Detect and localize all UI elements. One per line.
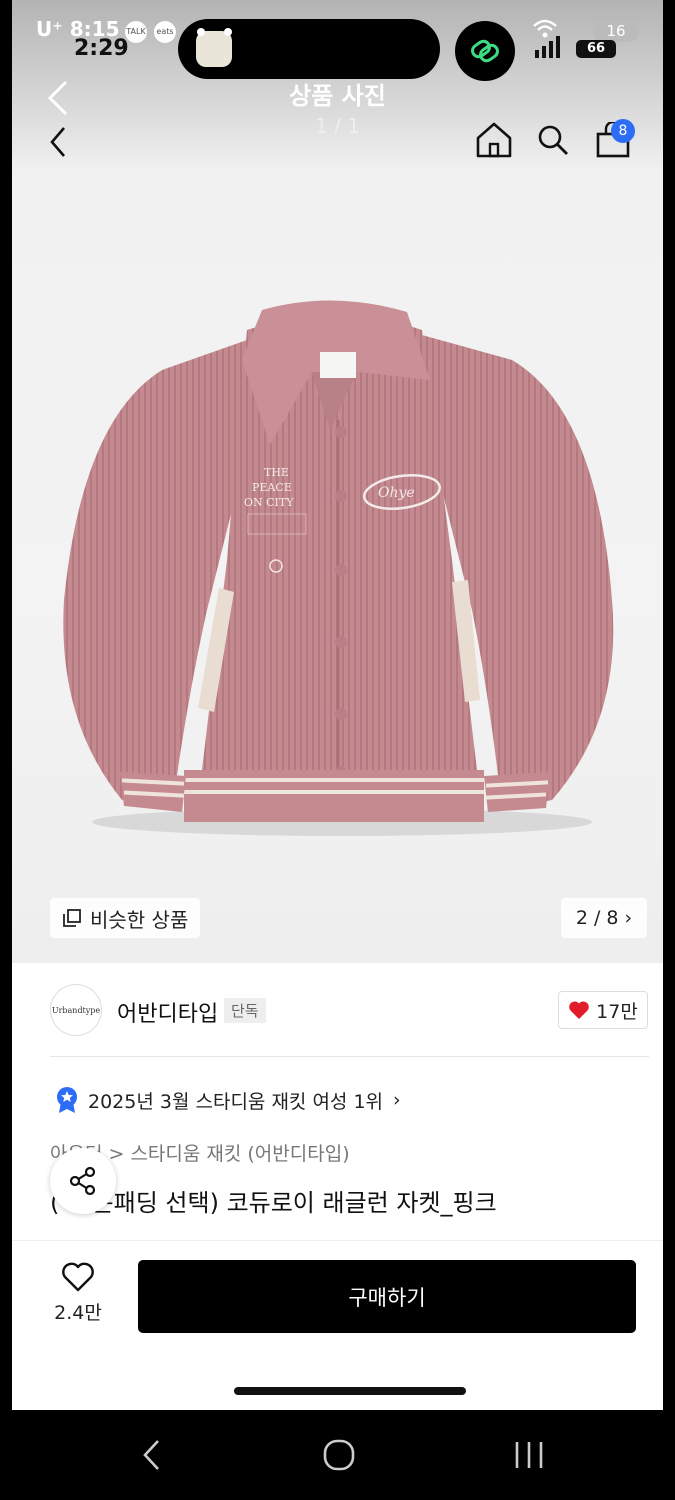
chevron-right-icon: › xyxy=(624,907,633,929)
notification-dot xyxy=(224,28,232,36)
brand-like-button[interactable]: 17만 xyxy=(558,991,648,1029)
overlay-title: 상품 사진 xyxy=(289,82,386,110)
overlay-photo-counter: 1 / 1 xyxy=(315,114,360,138)
system-nav-bar xyxy=(0,1410,675,1500)
svg-text:THE: THE xyxy=(264,466,289,479)
app-frame: THE PEACE ON CITY Ohye 비슷한 상품 2 / 8 › Ur… xyxy=(12,0,663,1410)
battery-level: 66 xyxy=(576,40,616,58)
seller-logo[interactable]: Urbandtype xyxy=(50,984,102,1036)
svg-text:ON CITY: ON CITY xyxy=(244,496,294,509)
image-pager[interactable]: 2 / 8 › xyxy=(561,898,647,938)
status-bar: U⁺ 8:15 2:29 TALK eats 16 66 xyxy=(0,0,675,81)
link-app-icon xyxy=(455,21,515,81)
svg-text:Ohye: Ohye xyxy=(378,485,415,501)
wishlist-count: 2.4만 xyxy=(54,1302,102,1324)
nav-recents-icon[interactable] xyxy=(512,1440,546,1470)
clock: 2:29 xyxy=(74,36,129,61)
home-indicator xyxy=(234,1387,466,1395)
signal-bar xyxy=(542,46,546,58)
kakaotalk-notification-icon: TALK xyxy=(125,21,147,43)
heart-outline-icon xyxy=(62,1262,94,1292)
wishlist-button[interactable]: 2.4만 xyxy=(40,1262,116,1325)
nav-home-icon[interactable] xyxy=(322,1438,356,1472)
share-button[interactable] xyxy=(50,1148,116,1214)
wifi-icon xyxy=(533,19,557,38)
ranking-text: 2025년 3월 스타디움 재킷 여성 1위 xyxy=(88,1090,384,1113)
nav-back-icon[interactable] xyxy=(140,1438,164,1472)
app-activity-icon xyxy=(196,31,232,67)
share-icon xyxy=(69,1166,96,1196)
ranking-link[interactable]: 2025년 3월 스타디움 재킷 여성 1위 › xyxy=(56,1086,401,1114)
similar-products-button[interactable]: 비슷한 상품 xyxy=(50,898,201,938)
section-divider xyxy=(50,1056,649,1057)
brand-like-count: 17만 xyxy=(596,1000,638,1023)
image-pager-text: 2 / 8 xyxy=(575,907,619,929)
award-badge-icon xyxy=(57,1087,77,1113)
chevron-right-icon: › xyxy=(393,1089,401,1111)
bottom-bar-divider xyxy=(12,1240,663,1241)
chain-link-icon xyxy=(471,39,499,63)
signal-bar xyxy=(535,50,539,58)
signal-bar xyxy=(549,41,553,58)
buy-button-label: 구매하기 xyxy=(348,1285,426,1310)
heart-filled-icon xyxy=(569,1001,589,1019)
svg-text:PEACE: PEACE xyxy=(252,481,292,494)
buy-button[interactable]: 구매하기 xyxy=(138,1260,636,1333)
similar-items-icon xyxy=(63,909,81,927)
product-name: ( or논패딩 선택) 코듀로이 래글런 자켓_핑크 xyxy=(50,1189,497,1217)
notification-dot xyxy=(197,28,205,36)
exclusive-badge: 단독 xyxy=(224,998,266,1023)
battery-indicator-top: 16 xyxy=(593,20,639,42)
signal-bar xyxy=(556,36,560,58)
eats-notification-icon: eats xyxy=(154,21,176,43)
seller-name[interactable]: 어반디타입 xyxy=(117,996,218,1028)
similar-products-label: 비슷한 상품 xyxy=(90,907,189,932)
